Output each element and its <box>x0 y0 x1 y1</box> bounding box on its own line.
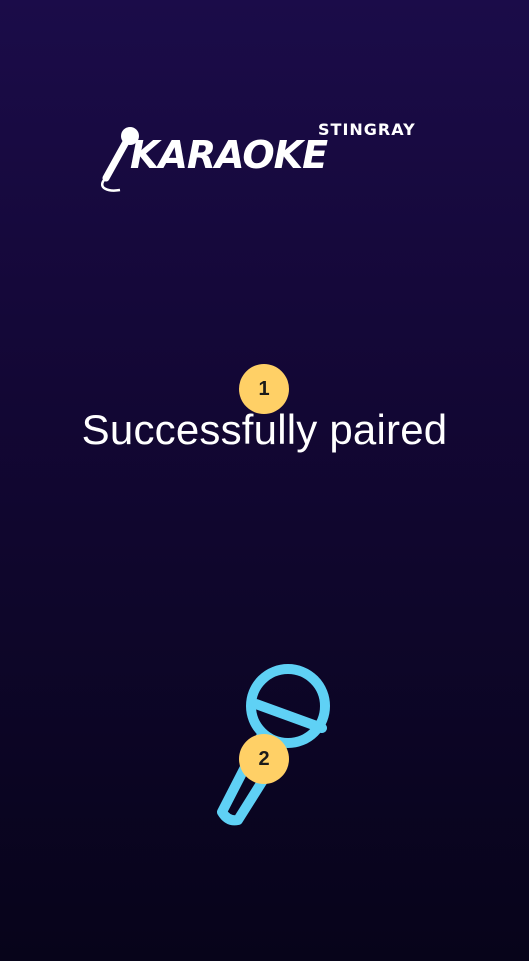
logo-product-text: KARAOKE <box>130 133 328 177</box>
stingray-karaoke-logo: STINGRAY KARAOKE <box>96 118 426 198</box>
step-badge-2: 2 <box>239 734 289 784</box>
logo-brand-text: STINGRAY <box>318 120 416 139</box>
pairing-status-message: Successfully paired <box>81 406 448 453</box>
